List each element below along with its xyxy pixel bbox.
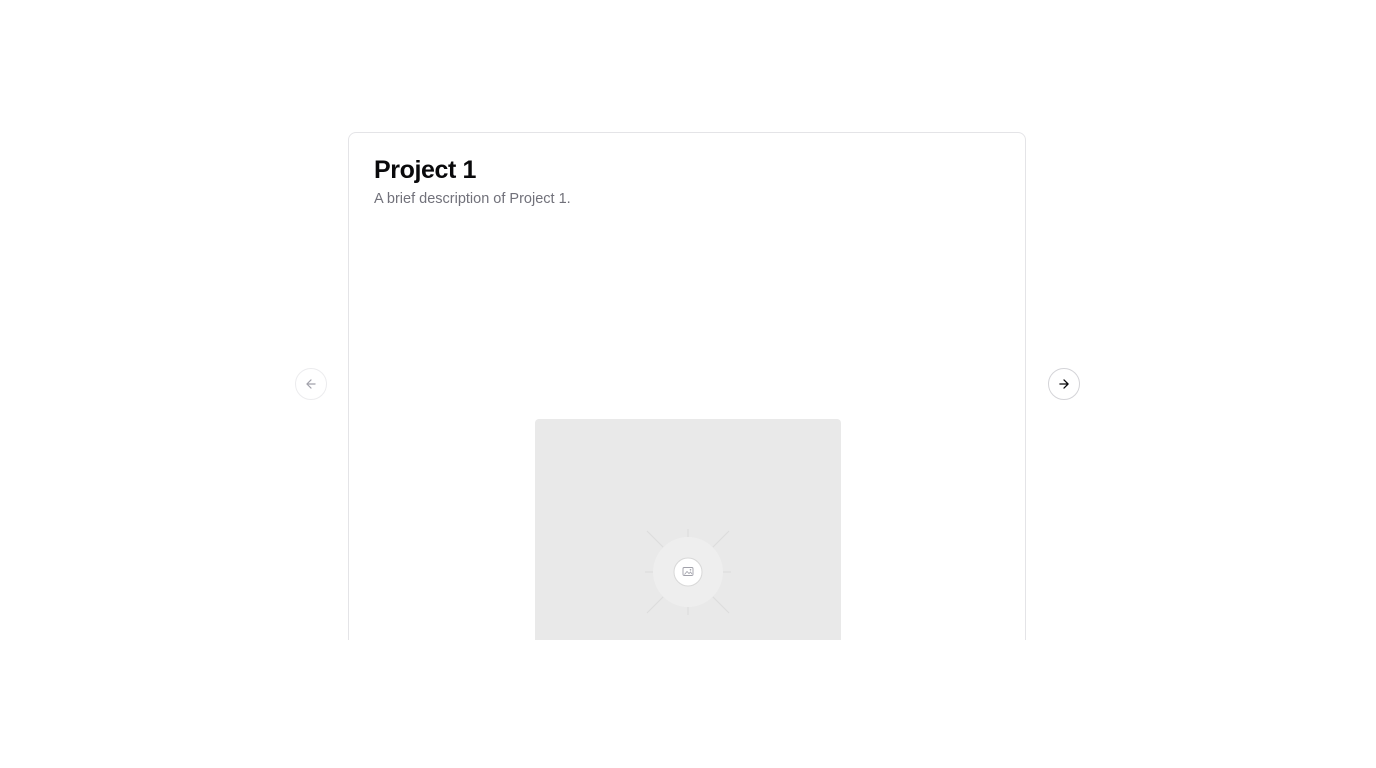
card-title: Project 1 — [374, 156, 477, 184]
project-card: Project 1 A brief description of Project… — [348, 132, 1026, 640]
previous-slide-button[interactable] — [295, 368, 327, 400]
page: Project 1 A brief description of Project… — [0, 0, 1376, 768]
arrow-right-icon — [1059, 379, 1069, 389]
carousel-viewport: Project 1 A brief description of Project… — [0, 0, 1376, 640]
next-slide-button[interactable] — [1048, 368, 1080, 400]
card-description: A brief description of Project 1. — [374, 191, 571, 207]
image-placeholder-icon — [645, 529, 731, 615]
arrow-left-icon — [306, 379, 316, 389]
project-image-placeholder — [535, 419, 841, 640]
